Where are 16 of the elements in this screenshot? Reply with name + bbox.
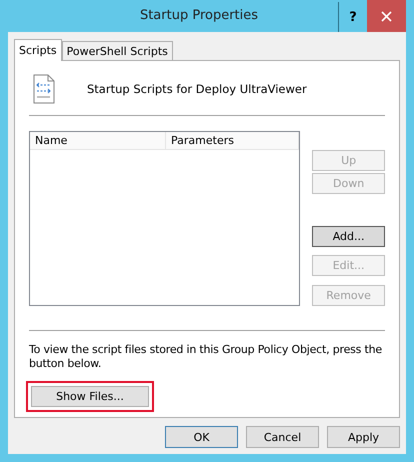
show-files-button[interactable]: Show Files... (31, 386, 149, 407)
script-file-icon (33, 74, 55, 104)
window-title: Startup Properties (138, 7, 260, 25)
dialog-button[interactable]: Cancel (246, 426, 319, 448)
info-text: To view the script files stored in this Group Policy Object, press the button below. (29, 343, 383, 371)
dialog-button[interactable]: Apply (327, 426, 400, 448)
tab[interactable]: Scripts (14, 39, 62, 61)
column-header[interactable]: Parameters (166, 132, 300, 149)
column-header[interactable]: Name (30, 132, 166, 149)
side-button[interactable]: Add... (312, 226, 385, 247)
close-icon (381, 10, 392, 22)
tab[interactable]: PowerShell Scripts (62, 41, 173, 60)
script-list[interactable]: Name Parameters (29, 131, 300, 306)
heading: Startup Scripts for Deploy UltraViewer (87, 82, 307, 96)
dialog-button[interactable]: OK (165, 426, 238, 448)
close-button[interactable] (367, 0, 406, 32)
